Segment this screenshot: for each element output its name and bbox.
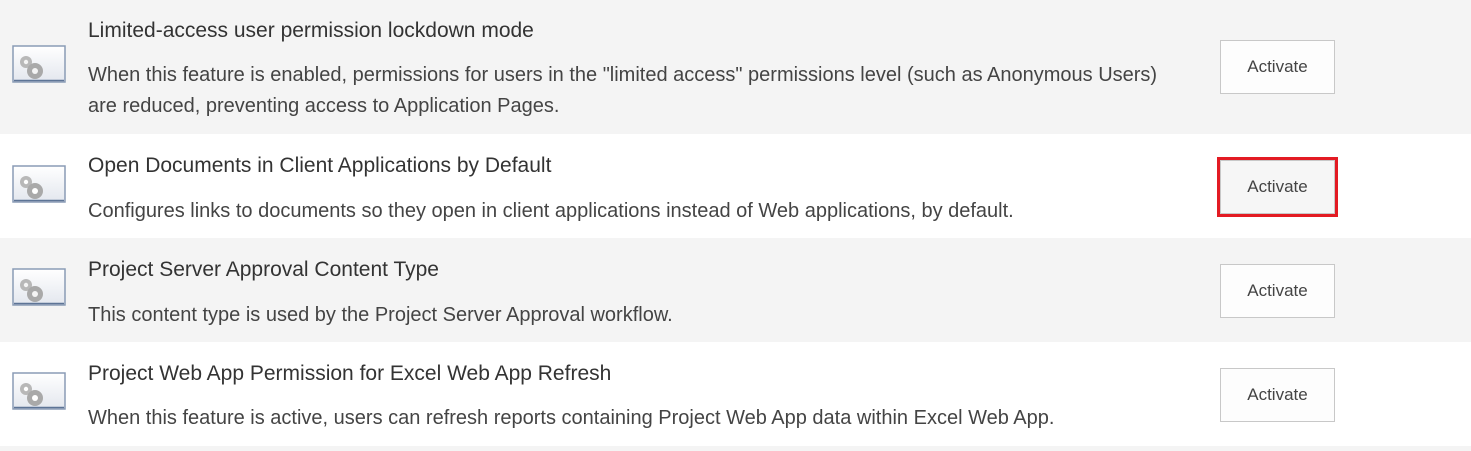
activate-button[interactable]: Activate <box>1220 368 1335 422</box>
feature-title: Project Web App Permission for Excel Web… <box>88 362 612 385</box>
activate-button[interactable]: Activate <box>1220 40 1335 94</box>
feature-description: When this feature is active, users can r… <box>88 407 1055 429</box>
feature-row: Limited-access user permission lockdown … <box>0 0 1471 134</box>
feature-list: Limited-access user permission lockdown … <box>0 0 1471 451</box>
feature-gear-icon <box>12 45 66 83</box>
feature-row: Open Documents in Client Applications by… <box>0 134 1471 238</box>
feature-title: Limited-access user permission lockdown … <box>88 19 534 42</box>
feature-gear-icon <box>12 372 66 410</box>
feature-gear-icon <box>12 165 66 203</box>
feature-description: This content type is used by the Project… <box>88 304 673 326</box>
feature-row: Project Server Approval Content Type Thi… <box>0 238 1471 342</box>
feature-row: Project Web App Permission for Excel Web… <box>0 342 1471 451</box>
feature-gear-icon <box>12 268 66 306</box>
feature-description: When this feature is enabled, permission… <box>88 64 1158 117</box>
feature-description: Configures links to documents so they op… <box>88 200 1014 222</box>
feature-title: Open Documents in Client Applications by… <box>88 154 552 177</box>
activate-button[interactable]: Activate <box>1217 157 1338 217</box>
next-row-edge <box>0 446 1471 451</box>
activate-button[interactable]: Activate <box>1220 264 1335 318</box>
feature-title: Project Server Approval Content Type <box>88 258 439 281</box>
